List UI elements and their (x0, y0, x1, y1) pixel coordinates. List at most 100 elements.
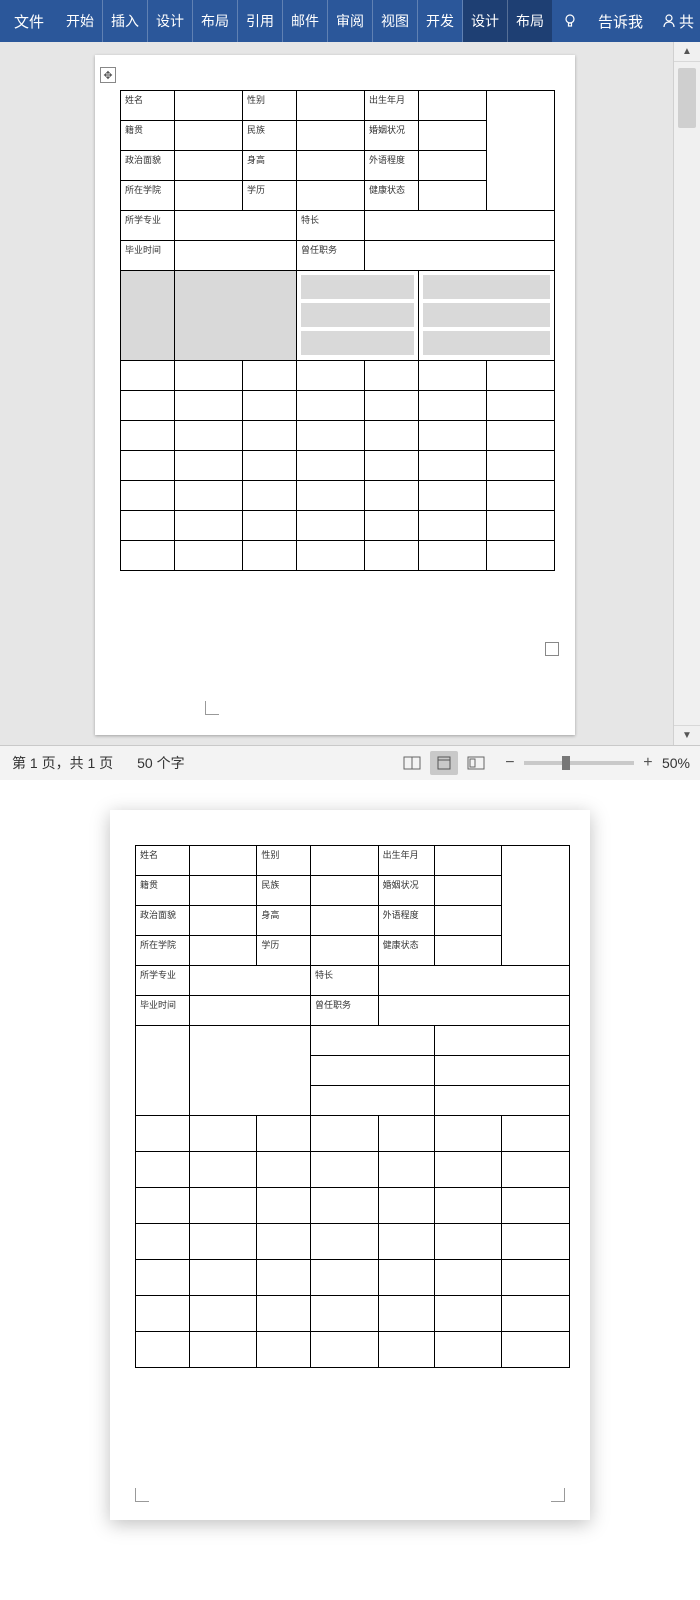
table-resize-handle-icon[interactable] (545, 642, 559, 656)
cell[interactable] (174, 241, 296, 271)
cell[interactable] (364, 241, 554, 271)
cell[interactable] (418, 151, 486, 181)
cell[interactable] (418, 451, 486, 481)
tab-design[interactable]: 设计 (148, 0, 193, 42)
cell[interactable] (296, 541, 364, 571)
cell[interactable] (364, 211, 554, 241)
cell[interactable] (242, 511, 296, 541)
tab-insert[interactable]: 插入 (103, 0, 148, 42)
tab-layout[interactable]: 布局 (193, 0, 238, 42)
zoom-slider[interactable] (524, 761, 634, 765)
page-indicator[interactable]: 第 1 页，共 1 页 (0, 753, 125, 773)
cell[interactable] (486, 391, 554, 421)
cell[interactable] (242, 451, 296, 481)
document-page[interactable]: 姓名 性别 出生年月 籍贯 民族 婚姻状况 政治面貌 身高 外语程度 (95, 55, 575, 735)
cell[interactable] (121, 361, 175, 391)
cell[interactable] (486, 511, 554, 541)
cell[interactable] (296, 91, 364, 121)
cell[interactable] (242, 541, 296, 571)
cell[interactable] (242, 391, 296, 421)
cell[interactable] (296, 451, 364, 481)
cell[interactable] (174, 121, 242, 151)
cell[interactable] (486, 361, 554, 391)
tab-table-layout[interactable]: 布局 (508, 0, 552, 42)
cell[interactable] (364, 541, 418, 571)
cell[interactable] (174, 481, 242, 511)
tab-table-design[interactable]: 设计 (463, 0, 508, 42)
cell[interactable] (486, 481, 554, 511)
cell[interactable] (242, 481, 296, 511)
cell[interactable] (174, 151, 242, 181)
cell[interactable] (174, 421, 242, 451)
cell[interactable] (296, 481, 364, 511)
tab-refs[interactable]: 引用 (238, 0, 283, 42)
cell[interactable] (418, 541, 486, 571)
cell[interactable] (486, 541, 554, 571)
tab-review[interactable]: 审阅 (328, 0, 373, 42)
read-mode-icon[interactable] (398, 751, 426, 775)
cell[interactable] (174, 91, 242, 121)
cell[interactable] (296, 391, 364, 421)
cell[interactable] (121, 511, 175, 541)
scroll-thumb[interactable] (678, 68, 696, 128)
tab-view[interactable]: 视图 (373, 0, 418, 42)
cell[interactable] (418, 481, 486, 511)
zoom-value[interactable]: 50% (662, 755, 690, 771)
cell[interactable] (486, 451, 554, 481)
zoom-out-button[interactable]: − (502, 754, 518, 772)
tell-me-field[interactable]: 告诉我 (588, 0, 655, 42)
selected-cell[interactable] (121, 271, 175, 361)
table-move-handle-icon[interactable]: ✥ (100, 67, 116, 83)
vertical-scrollbar[interactable]: ▲ ▼ (673, 42, 700, 745)
cell[interactable] (174, 391, 242, 421)
tab-file[interactable]: 文件 (0, 0, 58, 42)
tab-home[interactable]: 开始 (58, 0, 103, 42)
cell[interactable] (121, 541, 175, 571)
cell[interactable] (364, 391, 418, 421)
cell[interactable] (296, 361, 364, 391)
cell[interactable] (296, 421, 364, 451)
selected-cell[interactable] (174, 271, 296, 361)
cell[interactable] (364, 451, 418, 481)
cell[interactable] (364, 361, 418, 391)
cell[interactable] (174, 451, 242, 481)
scroll-up-icon[interactable]: ▲ (674, 42, 700, 62)
cell[interactable] (486, 421, 554, 451)
cell[interactable] (242, 361, 296, 391)
cell[interactable] (174, 511, 242, 541)
zoom-slider-knob[interactable] (562, 756, 570, 770)
cell[interactable] (418, 421, 486, 451)
cell[interactable] (364, 421, 418, 451)
web-layout-icon[interactable] (462, 751, 490, 775)
cell[interactable] (174, 541, 242, 571)
cell[interactable] (121, 451, 175, 481)
tab-mail[interactable]: 邮件 (283, 0, 328, 42)
cell[interactable] (121, 391, 175, 421)
cell[interactable] (418, 121, 486, 151)
cell[interactable] (418, 361, 486, 391)
share-button[interactable]: 共 (655, 0, 700, 42)
cell[interactable] (296, 151, 364, 181)
cell[interactable] (174, 361, 242, 391)
scroll-down-icon[interactable]: ▼ (674, 725, 700, 745)
cell-group[interactable] (418, 271, 554, 361)
print-layout-icon[interactable] (430, 751, 458, 775)
photo-cell[interactable] (486, 91, 554, 211)
cell-group[interactable] (296, 271, 418, 361)
cell[interactable] (296, 511, 364, 541)
cell[interactable] (364, 511, 418, 541)
resume-table[interactable]: 姓名 性别 出生年月 籍贯 民族 婚姻状况 政治面貌 身高 外语程度 (120, 90, 555, 571)
cell[interactable] (418, 391, 486, 421)
cell[interactable] (418, 181, 486, 211)
zoom-in-button[interactable]: + (640, 754, 656, 772)
cell[interactable] (296, 121, 364, 151)
cell[interactable] (418, 511, 486, 541)
cell[interactable] (296, 181, 364, 211)
cell[interactable] (242, 421, 296, 451)
document-viewport[interactable]: ✥ 姓名 性别 出生年月 籍贯 民族 婚姻状况 (0, 42, 673, 745)
cell[interactable] (121, 421, 175, 451)
tab-dev[interactable]: 开发 (418, 0, 463, 42)
cell[interactable] (174, 181, 242, 211)
cell[interactable] (174, 211, 296, 241)
cell[interactable] (364, 481, 418, 511)
